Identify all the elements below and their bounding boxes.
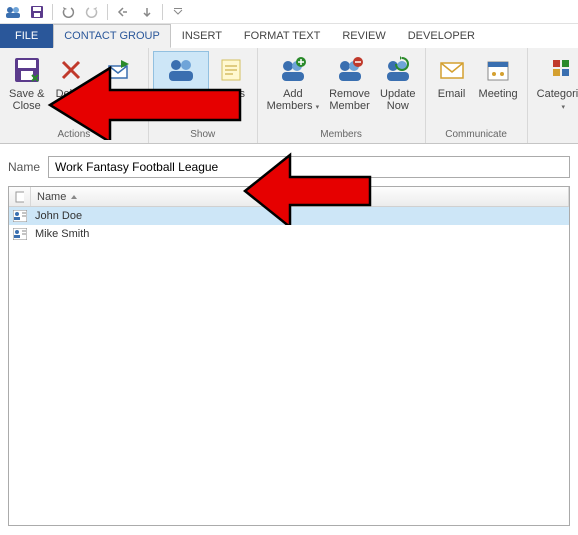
update-now-icon	[382, 54, 414, 86]
save-icon[interactable]	[28, 3, 46, 21]
members-icon	[165, 54, 197, 86]
notes-button[interactable]: Notes	[209, 51, 253, 103]
tab-insert[interactable]: INSERT	[171, 24, 233, 48]
member-name: John Doe	[31, 210, 86, 222]
group-label-tags	[528, 138, 578, 143]
delete-icon	[55, 54, 87, 86]
name-field-row: Name	[0, 144, 578, 186]
ribbon-group-show: Members Notes Show	[149, 48, 258, 143]
save-close-label: Save & Close	[9, 88, 44, 112]
contact-card-icon	[13, 210, 27, 222]
email-label: Email	[438, 88, 466, 100]
notes-label: Notes	[216, 88, 245, 100]
meeting-label: Meeting	[479, 88, 518, 100]
save-close-icon	[11, 54, 43, 86]
email-icon	[436, 54, 468, 86]
delete-group-label: Delete Group	[56, 88, 88, 112]
customize-qat-icon[interactable]	[169, 3, 187, 21]
remove-member-button[interactable]: Remove Member	[324, 51, 375, 115]
remove-member-label: Remove Member	[329, 88, 370, 112]
icon-column-header[interactable]	[9, 187, 31, 206]
quick-access-toolbar	[0, 0, 578, 24]
delete-group-button[interactable]: Delete Group	[49, 51, 93, 115]
forward-icon	[103, 54, 135, 86]
add-members-label: Add Members ▾	[267, 88, 319, 114]
next-item-icon[interactable]	[138, 3, 156, 21]
group-label-communicate: Communicate	[426, 127, 527, 143]
meeting-button[interactable]: Meeting	[474, 51, 523, 103]
tab-format-text[interactable]: FORMAT TEXT	[233, 24, 331, 48]
sort-asc-icon	[70, 193, 78, 201]
members-button[interactable]: Members	[153, 51, 209, 103]
separator	[107, 4, 108, 20]
group-name-input[interactable]	[48, 156, 570, 178]
add-members-icon	[277, 54, 309, 86]
list-row[interactable]: John Doe	[9, 207, 569, 225]
ribbon-tabs: FILE CONTACT GROUP INSERT FORMAT TEXT RE…	[0, 24, 578, 48]
contact-card-icon	[13, 228, 27, 240]
separator	[162, 4, 163, 20]
update-now-button[interactable]: Update Now	[375, 51, 420, 115]
member-name: Mike Smith	[31, 228, 93, 240]
tab-contact-group[interactable]: CONTACT GROUP	[53, 24, 171, 48]
ribbon-group-tags: Categorize▾	[528, 48, 578, 143]
chevron-down-icon: ▾	[134, 104, 138, 111]
prev-item-icon[interactable]	[114, 3, 132, 21]
separator	[52, 4, 53, 20]
contact-group-icon[interactable]	[4, 3, 22, 21]
ribbon-group-members: Add Members ▾ Remove Member Update Now M…	[258, 48, 426, 143]
name-column-header[interactable]: Name	[31, 187, 569, 206]
undo-icon[interactable]	[59, 3, 77, 21]
meeting-icon	[482, 54, 514, 86]
forward-group-label: Forward Group ▾	[98, 88, 138, 114]
ribbon: Save & Close Delete Group Forward Group …	[0, 48, 578, 144]
member-list-header[interactable]: Name	[9, 187, 569, 207]
forward-group-button[interactable]: Forward Group ▾	[93, 51, 143, 117]
list-row[interactable]: Mike Smith	[9, 225, 569, 243]
tab-file[interactable]: FILE	[0, 24, 53, 48]
name-label: Name	[8, 160, 40, 174]
ribbon-group-communicate: Email Meeting Communicate	[426, 48, 528, 143]
categorize-label: Categorize▾	[537, 88, 578, 114]
remove-member-icon	[334, 54, 366, 86]
group-label-members: Members	[258, 127, 425, 143]
ribbon-group-actions: Save & Close Delete Group Forward Group …	[0, 48, 149, 143]
chevron-down-icon: ▾	[316, 104, 320, 111]
add-members-button[interactable]: Add Members ▾	[262, 51, 324, 117]
tab-developer[interactable]: DEVELOPER	[397, 24, 486, 48]
members-label: Members	[158, 88, 204, 100]
categorize-button[interactable]: Categorize▾	[532, 51, 578, 117]
group-label-actions: Actions	[0, 127, 148, 143]
redo-icon[interactable]	[83, 3, 101, 21]
member-list: Name John Doe Mike Smith	[8, 186, 570, 526]
chevron-down-icon: ▾	[562, 104, 566, 111]
update-now-label: Update Now	[380, 88, 415, 112]
save-close-button[interactable]: Save & Close	[4, 51, 49, 115]
email-button[interactable]: Email	[430, 51, 474, 103]
notes-icon	[215, 54, 247, 86]
tab-review[interactable]: REVIEW	[331, 24, 396, 48]
group-label-show: Show	[149, 127, 257, 143]
categorize-icon	[547, 54, 578, 86]
